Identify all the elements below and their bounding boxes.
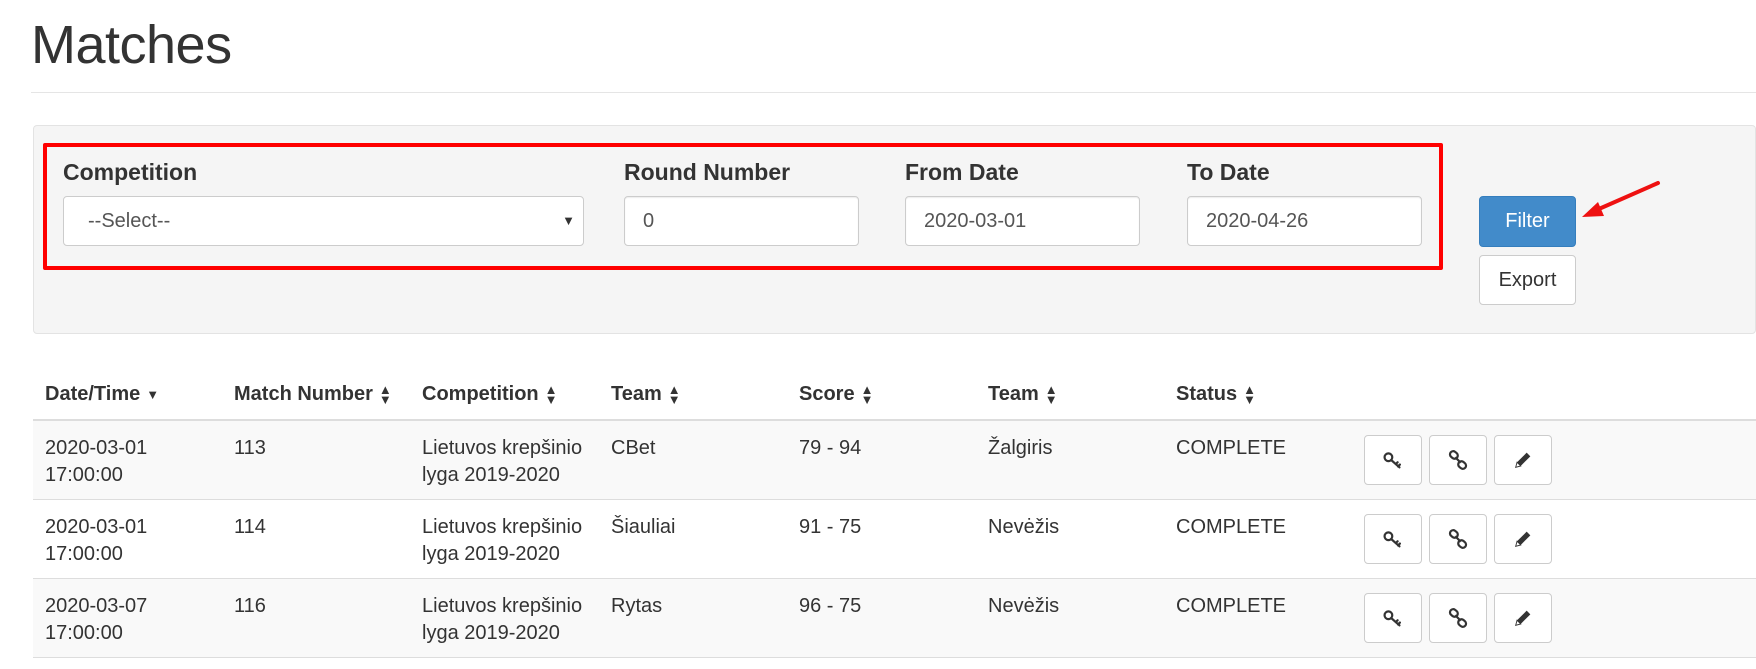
cell-home-team: CBet bbox=[611, 437, 656, 459]
key-button[interactable] bbox=[1364, 435, 1422, 485]
cell-datetime: 2020-03-07 17:00:00 bbox=[45, 595, 148, 644]
table-row: 2020-03-01 17:00:00 114 Lietuvos krepšini… bbox=[33, 500, 1756, 579]
column-header-away-team[interactable]: Team ▲ ▼ bbox=[988, 382, 1058, 406]
cell-competition: Lietuvos krepšinio lyga 2019-2020 bbox=[422, 516, 583, 565]
key-button[interactable] bbox=[1364, 514, 1422, 564]
column-header-match-number[interactable]: Match Number ▲ ▼ bbox=[234, 382, 392, 406]
table-row: 2020-03-01 17:00:00 113 Lietuvos krepšini… bbox=[33, 421, 1756, 500]
column-header-status[interactable]: Status ▲ ▼ bbox=[1176, 382, 1256, 406]
caret-down-icon: ▼ bbox=[562, 213, 575, 228]
cell-status: COMPLETE bbox=[1176, 437, 1287, 459]
table-row: 2020-03-07 17:00:00 116 Lietuvos krepšini… bbox=[33, 579, 1756, 658]
edit-button[interactable] bbox=[1494, 593, 1552, 643]
competition-select-value: --Select-- bbox=[88, 210, 171, 232]
from-date-input[interactable]: 2020-03-01 bbox=[905, 196, 1140, 246]
link-button[interactable] bbox=[1429, 593, 1487, 643]
competition-select[interactable]: --Select-- ▼ bbox=[63, 196, 584, 246]
cell-datetime: 2020-03-01 17:00:00 bbox=[45, 516, 148, 565]
to-date-input[interactable]: 2020-04-26 bbox=[1187, 196, 1422, 246]
cell-status: COMPLETE bbox=[1176, 595, 1287, 617]
sort-icon: ▲ ▼ bbox=[378, 381, 392, 407]
cell-score: 96 - 75 bbox=[799, 595, 862, 617]
sort-icon: ▲ ▼ bbox=[860, 381, 874, 407]
link-button[interactable] bbox=[1429, 514, 1487, 564]
column-header-datetime[interactable]: Date/Time ▼ bbox=[45, 382, 159, 406]
sort-icon: ▲ ▼ bbox=[1243, 381, 1256, 407]
sort-icon: ▲ ▼ bbox=[544, 381, 558, 407]
cell-home-team: Šiauliai bbox=[611, 516, 676, 538]
pencil-icon bbox=[1515, 610, 1531, 626]
sort-desc-icon: ▼ bbox=[146, 386, 160, 402]
key-icon bbox=[1383, 531, 1401, 548]
edit-button[interactable] bbox=[1494, 514, 1552, 564]
sort-icon: ▲ ▼ bbox=[667, 381, 681, 407]
pencil-icon bbox=[1515, 531, 1531, 547]
cell-datetime: 2020-03-01 17:00:00 bbox=[45, 437, 148, 486]
competition-label: Competition bbox=[63, 159, 198, 185]
cell-away-team: Žalgiris bbox=[988, 437, 1053, 459]
key-icon bbox=[1383, 610, 1401, 627]
page-title: Matches bbox=[31, 15, 232, 75]
from-date-label: From Date bbox=[905, 159, 1019, 185]
link-icon bbox=[1448, 450, 1468, 470]
cell-status: COMPLETE bbox=[1176, 516, 1287, 538]
export-button[interactable]: Export bbox=[1479, 255, 1576, 305]
column-header-home-team[interactable]: Team ▲ ▼ bbox=[611, 382, 681, 406]
cell-score: 79 - 94 bbox=[799, 437, 862, 459]
round-number-label: Round Number bbox=[624, 159, 791, 185]
to-date-label: To Date bbox=[1187, 159, 1270, 185]
link-button[interactable] bbox=[1429, 435, 1487, 485]
cell-match-number: 113 bbox=[234, 437, 266, 459]
round-number-input[interactable]: 0 bbox=[624, 196, 859, 246]
cell-home-team: Rytas bbox=[611, 595, 663, 617]
arrow-annotation-icon bbox=[1582, 181, 1660, 217]
cell-match-number: 114 bbox=[234, 516, 266, 538]
column-header-competition[interactable]: Competition ▲ ▼ bbox=[422, 382, 558, 406]
cell-competition: Lietuvos krepšinio lyga 2019-2020 bbox=[422, 437, 583, 486]
cell-match-number: 116 bbox=[234, 595, 266, 617]
pencil-icon bbox=[1515, 452, 1531, 468]
title-divider bbox=[31, 92, 1756, 93]
cell-competition: Lietuvos krepšinio lyga 2019-2020 bbox=[422, 595, 583, 644]
cell-away-team: Nevėžis bbox=[988, 595, 1060, 617]
key-button[interactable] bbox=[1364, 593, 1422, 643]
cell-away-team: Nevėžis bbox=[988, 516, 1060, 538]
cell-score: 91 - 75 bbox=[799, 516, 862, 538]
sort-icon: ▲ ▼ bbox=[1044, 381, 1058, 407]
link-icon bbox=[1448, 608, 1468, 628]
filter-button[interactable]: Filter bbox=[1479, 196, 1576, 247]
column-header-score[interactable]: Score ▲ ▼ bbox=[799, 382, 873, 406]
key-icon bbox=[1383, 452, 1401, 469]
link-icon bbox=[1448, 529, 1468, 549]
edit-button[interactable] bbox=[1494, 435, 1552, 485]
